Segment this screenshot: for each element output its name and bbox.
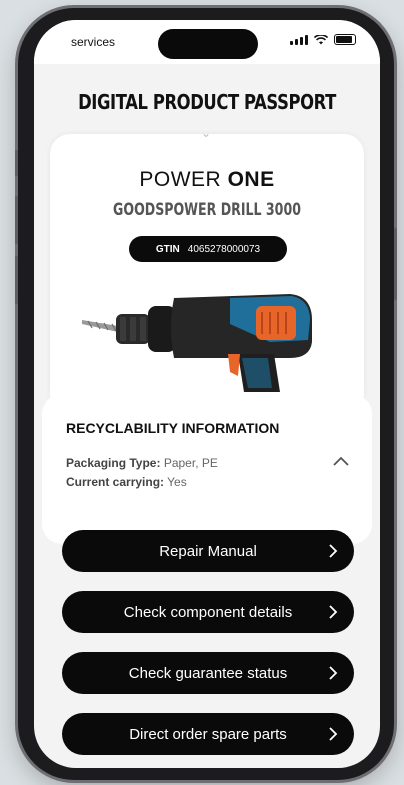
current-carrying-value: Yes (167, 475, 187, 489)
carrier-label: services (71, 35, 116, 49)
gtin-value: 4065278000073 (187, 243, 261, 255)
app-screen: services DIGITAL PRODUCT PASSPORT ⌄ POWE… (34, 20, 380, 768)
brand-name-bold: ONE (227, 168, 275, 191)
volume-down-button (15, 256, 18, 304)
current-carrying-label: Current carrying: (66, 475, 165, 489)
battery-icon (334, 34, 356, 45)
chevron-right-icon (328, 530, 338, 572)
check-guarantee-status-button[interactable]: Check guarantee status (62, 652, 354, 694)
chevron-up-icon[interactable] (332, 454, 350, 468)
repair-manual-label: Repair Manual (159, 542, 257, 560)
signal-icon (290, 34, 308, 45)
direct-order-spare-parts-label: Direct order spare parts (129, 725, 287, 743)
power-button (394, 228, 397, 300)
current-carrying-row: Current carrying: Yes (66, 475, 187, 489)
packaging-type-label: Packaging Type: (66, 456, 161, 470)
gtin-badge: GTIN 4065278000073 (129, 236, 287, 262)
volume-up-button (15, 196, 18, 244)
repair-manual-button[interactable]: Repair Manual (62, 530, 354, 572)
packaging-type-value: Paper, PE (163, 456, 218, 470)
packaging-type-row: Packaging Type: Paper, PE (66, 456, 218, 470)
cordless-drill-image (82, 294, 312, 392)
product-model: GOODSPOWER DRILL 3000 (113, 200, 301, 220)
dynamic-island (158, 29, 258, 59)
status-bar: services (34, 20, 380, 64)
check-component-details-label: Check component details (123, 603, 293, 621)
page-title: DIGITAL PRODUCT PASSPORT (78, 90, 336, 114)
check-component-details-button[interactable]: Check component details (62, 591, 354, 633)
status-icons (290, 34, 356, 45)
chevron-down-icon: ⌄ (200, 126, 212, 140)
mute-switch (15, 150, 18, 176)
chevron-right-icon (328, 713, 338, 755)
brand-name-light: POWER (139, 168, 222, 191)
brand-name: POWER ONE (34, 168, 380, 192)
chevron-right-icon (328, 652, 338, 694)
direct-order-spare-parts-button[interactable]: Direct order spare parts (62, 713, 354, 755)
recyclability-title: RECYCLABILITY INFORMATION (66, 420, 280, 436)
chevron-right-icon (328, 591, 338, 633)
gtin-label: GTIN (155, 243, 180, 255)
wifi-icon (314, 34, 328, 44)
check-guarantee-status-label: Check guarantee status (128, 664, 288, 682)
